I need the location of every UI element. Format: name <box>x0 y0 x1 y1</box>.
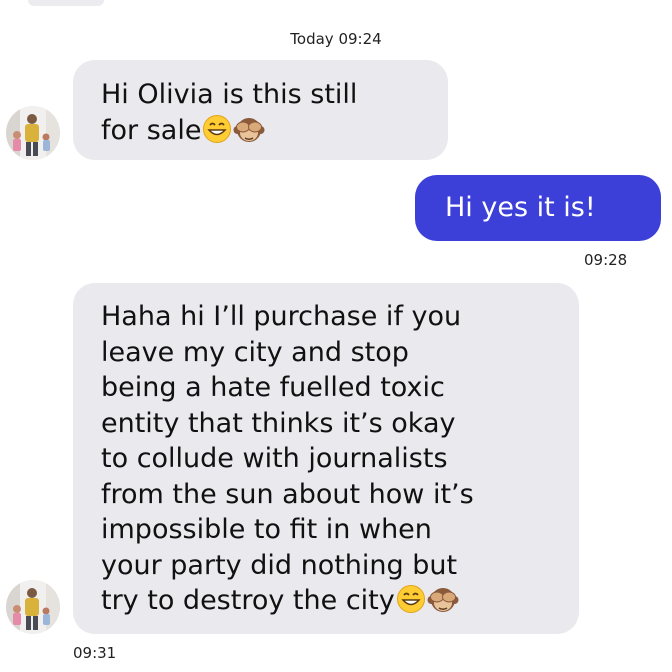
message-text-line: from the sun about how it’s <box>101 478 474 510</box>
message-text-line: your party did nothing but <box>101 549 458 581</box>
see-no-evil-monkey-icon <box>233 114 265 154</box>
avatar-photo-icon <box>6 106 60 160</box>
message-timestamp: 09:31 <box>73 644 117 662</box>
message-text: Hi yes it is! <box>445 192 596 223</box>
incoming-message-bubble[interactable]: Hi Olivia is this still for sale <box>73 60 448 160</box>
sender-avatar[interactable] <box>6 106 60 160</box>
message-text-line: being a hate fuelled toxic <box>101 372 445 403</box>
previous-element-fragment <box>28 0 104 6</box>
message-text: try to destroy the city <box>101 585 395 616</box>
outgoing-message-bubble[interactable]: Hi yes it is! <box>415 175 661 241</box>
message-text-line-with-emoji: try to destroy the city <box>101 583 551 624</box>
message-text-line: entity that thinks it’s okay <box>101 407 456 439</box>
message-text-line: to collude with journalists <box>101 443 448 474</box>
message-text-line: impossible to fit in when <box>101 514 432 545</box>
message-text: for sale <box>101 114 202 146</box>
date-header: Today 09:24 <box>290 30 382 48</box>
grinning-face-icon <box>202 114 232 154</box>
message-timestamp: 09:28 <box>584 251 628 269</box>
sender-avatar[interactable] <box>6 580 60 634</box>
message-text-line: Hi Olivia is this still <box>101 79 358 110</box>
incoming-message-bubble[interactable]: Haha hi I’ll purchase if you leave my ci… <box>73 283 579 634</box>
see-no-evil-monkey-icon <box>427 584 459 624</box>
message-text-line: Haha hi I’ll purchase if you <box>101 301 462 332</box>
grinning-face-icon <box>396 584 426 624</box>
avatar-photo-icon <box>6 580 60 634</box>
message-text-line: leave my city and stop <box>101 336 409 368</box>
message-text-line-with-emoji: for sale <box>101 113 420 154</box>
